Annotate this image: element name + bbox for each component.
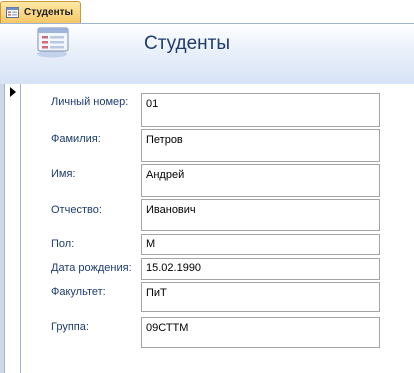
birth-date-label: Дата рождения: xyxy=(51,262,132,274)
gender-label: Пол: xyxy=(51,238,75,250)
last-name-label: Фамилия: xyxy=(51,133,101,145)
faculty-field[interactable]: ПиТ xyxy=(141,282,380,312)
group-label: Группа: xyxy=(51,321,89,333)
form-icon xyxy=(6,7,19,18)
tab-label: Студенты xyxy=(24,7,74,18)
first-name-field[interactable]: Андрей xyxy=(141,164,380,197)
tab-students[interactable]: Студенты xyxy=(0,1,81,23)
document-tab-bar: Студенты xyxy=(0,0,414,24)
patronymic-label: Отчество: xyxy=(51,204,102,216)
last-name-field[interactable]: Петров xyxy=(141,129,380,162)
group-field[interactable]: 09СТТМ xyxy=(141,317,380,348)
faculty-label: Факультет: xyxy=(51,286,106,298)
form-header: Студенты xyxy=(0,24,414,84)
current-record-arrow-icon xyxy=(10,87,16,97)
personal-number-label: Личный номер: xyxy=(51,96,129,108)
personal-number-field[interactable]: 01 xyxy=(141,93,380,127)
patronymic-field[interactable]: Иванович xyxy=(141,199,380,231)
birth-date-field[interactable]: 15.02.1990 xyxy=(141,258,380,280)
form-title: Студенты xyxy=(144,33,231,54)
gender-field[interactable]: М xyxy=(141,234,380,255)
first-name-label: Имя: xyxy=(51,168,76,180)
record-selector[interactable] xyxy=(4,84,21,373)
form-icon xyxy=(37,27,69,58)
